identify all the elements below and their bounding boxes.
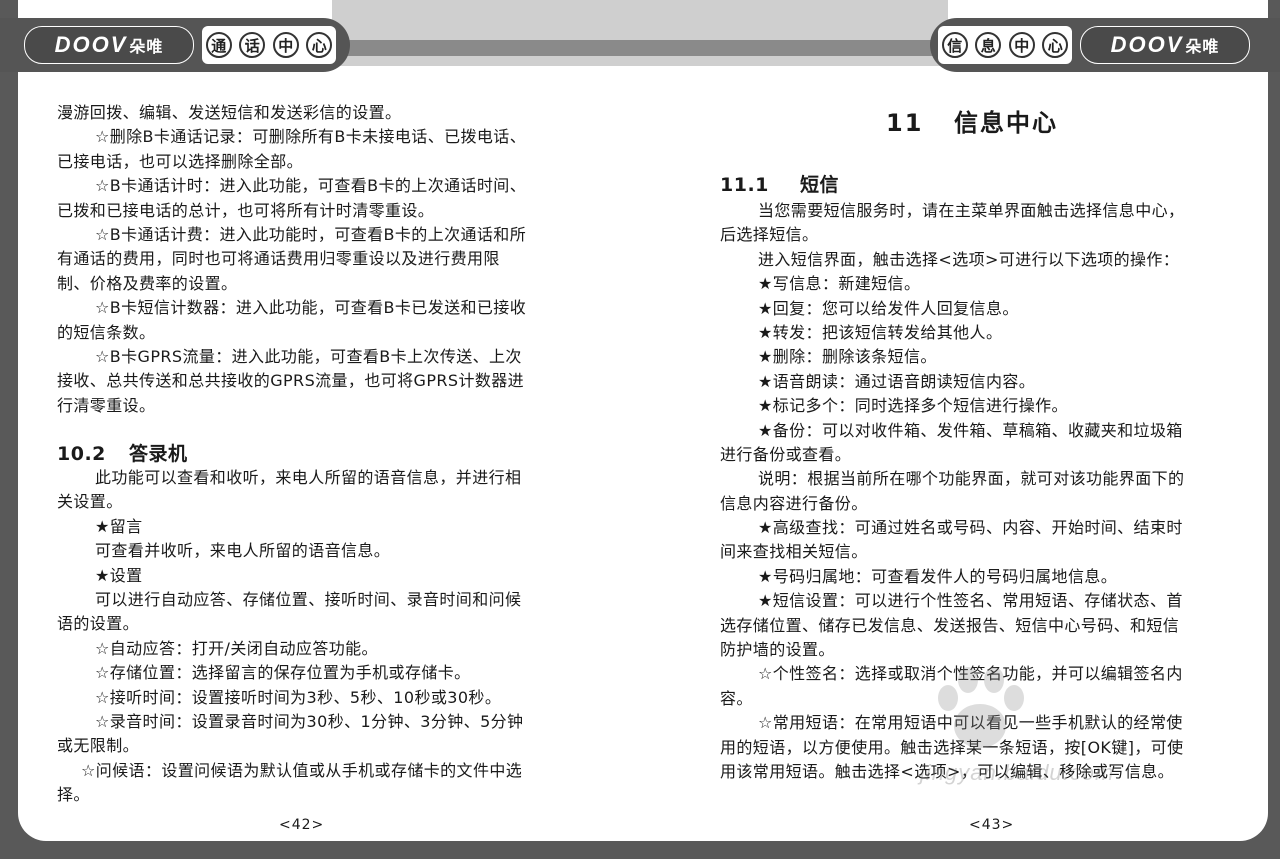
top-band-left bbox=[332, 0, 640, 66]
top-band-line-right bbox=[640, 40, 948, 56]
text-line: 可以进行自动应答、存储位置、接听时间、录音时间和问候 bbox=[95, 589, 522, 609]
text-line: ★高级查找：可通过姓名或号码、内容、开始时间、结束时 bbox=[758, 518, 1183, 538]
chapter-number: 11 bbox=[886, 109, 924, 137]
top-band-line-left bbox=[332, 40, 640, 56]
text-line: 选存储位置、储存已发信息、发送报告、短信中心号码、和短信 bbox=[720, 615, 1180, 635]
header-char: 通 bbox=[205, 32, 232, 58]
text-line: 有通话的费用，同时也可将通话费用归零重设以及进行费用限 bbox=[57, 249, 500, 269]
text-line: 进入短信界面，触击选择<选项>可进行以下选项的操作： bbox=[758, 249, 1180, 269]
text-line: 制、价格及费率的设置。 bbox=[57, 273, 238, 293]
text-line: 说明：根据当前所在哪个功能界面，就可对该功能界面下的 bbox=[758, 469, 1185, 489]
brand-logo: DOOV 朵唯 bbox=[24, 26, 194, 64]
text-line: ☆接听时间：设置接听时间为3秒、5秒、10秒或30秒。 bbox=[95, 687, 502, 707]
watermark: jingyan.baidu.com bbox=[920, 660, 1190, 800]
text-line: 行清零重设。 bbox=[57, 395, 156, 415]
paw-watermark-icon bbox=[938, 667, 1024, 748]
header-char: 中 bbox=[1008, 32, 1035, 58]
chapter-title: 信息中心 bbox=[954, 109, 1058, 137]
text-line: 后选择短信。 bbox=[720, 225, 819, 245]
section-title: 答录机 bbox=[129, 443, 188, 465]
header-char: 心 bbox=[306, 32, 333, 58]
right-section-label: 信 息 中 心 bbox=[938, 26, 1072, 64]
text-line: ★标记多个：同时选择多个短信进行操作。 bbox=[758, 396, 1068, 416]
left-section-text: 此功能可以查看和收听，来电人所留的语音信息，并进行相关设置。 ★留言可查看并收听，… bbox=[57, 466, 523, 807]
text-line: ★留言 bbox=[95, 516, 143, 536]
text-line: 当您需要短信服务时，请在主菜单界面触击选择信息中心， bbox=[758, 201, 1185, 220]
brand-logo-mark: DOOV bbox=[54, 32, 128, 57]
section-heading-11-1: 11.1 短信 bbox=[720, 170, 839, 197]
text-line: ★设置 bbox=[95, 565, 143, 585]
text-line: 语的设置。 bbox=[57, 614, 140, 634]
text-line: ★转发：把该短信转发给其他人。 bbox=[758, 322, 1003, 342]
text-line: ☆问候语：设置问候语为默认值或从手机或存储卡的文件中选 bbox=[81, 760, 523, 780]
chapter-heading: 11 信息中心 bbox=[886, 103, 1058, 138]
header-char: 话 bbox=[239, 32, 266, 58]
right-header: 信 息 中 心 DOOV 朵唯 bbox=[930, 18, 1280, 72]
text-line: ☆删除B卡通话记录：可删除所有B卡未接电话、已拨电话、 bbox=[95, 127, 527, 147]
text-line: 信息内容进行备份。 bbox=[720, 493, 868, 513]
section-number: 10.2 bbox=[57, 443, 106, 465]
left-intro-text: 漫游回拨、编辑、发送短信和发送彩信的设置。 ☆删除B卡通话记录：可删除所有B卡未接… bbox=[57, 101, 526, 418]
left-section-label: 通 话 中 心 bbox=[202, 26, 336, 64]
text-line: ★写信息：新建短信。 bbox=[758, 274, 921, 294]
section-title: 短信 bbox=[800, 174, 840, 196]
text-line: ★备份：可以对收件箱、发件箱、草稿箱、收藏夹和垃圾箱 bbox=[758, 420, 1183, 440]
header-char: 息 bbox=[975, 32, 1002, 58]
text-line: ★回复：您可以给发件人回复信息。 bbox=[758, 298, 1019, 318]
section-heading-10-2: 10.2 答录机 bbox=[57, 439, 188, 466]
text-line: ☆B卡通话计费：进入此功能时，可查看B卡的上次通话和所 bbox=[95, 224, 527, 244]
brand-logo: DOOV 朵唯 bbox=[1080, 26, 1250, 64]
text-line: ☆存储位置：选择留言的保存位置为手机或存储卡。 bbox=[95, 663, 471, 683]
section-number: 11.1 bbox=[720, 174, 769, 196]
top-band-right bbox=[640, 0, 948, 66]
watermark-text: jingyan.baidu.com bbox=[920, 760, 1115, 785]
header-char: 信 bbox=[941, 32, 968, 58]
text-line: 关设置。 bbox=[57, 492, 123, 512]
text-line: 可查看并收听，来电人所留的语音信息。 bbox=[95, 541, 391, 561]
left-header: DOOV 朵唯 通 话 中 心 bbox=[0, 18, 350, 72]
text-line: 进行备份或查看。 bbox=[720, 444, 852, 464]
text-line: 此功能可以查看和收听，来电人所留的语音信息，并进行相 bbox=[95, 468, 522, 487]
text-line: ☆B卡通话计时：进入此功能，可查看B卡的上次通话时间、 bbox=[95, 176, 527, 196]
text-line: 已拨和已接电话的总计，也可将所有计时清零重设。 bbox=[57, 200, 435, 220]
text-line: ☆自动应答：打开/关闭自动应答功能。 bbox=[95, 638, 378, 658]
text-line: ★删除：删除该条短信。 bbox=[758, 347, 937, 367]
text-line: 接收、总共传送和总共接收的GPRS流量，也可将GPRS计数器进 bbox=[57, 371, 525, 391]
page-number-right: <43> bbox=[969, 817, 1015, 833]
text-line: 防护墙的设置。 bbox=[720, 640, 835, 660]
text-line: 择。 bbox=[57, 785, 90, 805]
text-line: ☆B卡GPRS流量：进入此功能，可查看B卡上次传送、上次 bbox=[95, 346, 522, 366]
page-number-left: <42> bbox=[279, 817, 325, 833]
brand-logo-cn: 朵唯 bbox=[1185, 37, 1220, 56]
text-line: 的短信条数。 bbox=[57, 322, 156, 342]
text-line: 漫游回拨、编辑、发送短信和发送彩信的设置。 bbox=[57, 103, 402, 122]
brand-logo-cn: 朵唯 bbox=[129, 37, 164, 56]
header-char: 中 bbox=[272, 32, 299, 58]
brand-logo-mark: DOOV bbox=[1110, 32, 1184, 57]
text-line: 或无限制。 bbox=[57, 736, 140, 756]
text-line: 已接电话，也可以选择删除全部。 bbox=[57, 151, 304, 171]
text-line: ☆录音时间：设置录音时间为30秒、1分钟、3分钟、5分钟 bbox=[95, 711, 524, 731]
text-line: 间来查找相关短信。 bbox=[720, 542, 868, 562]
text-line: ★语音朗读：通过语音朗读短信内容。 bbox=[758, 371, 1036, 391]
text-line: ☆B卡短信计数器：进入此功能，可查看B卡已发送和已接收 bbox=[95, 298, 527, 318]
header-char: 心 bbox=[1042, 32, 1069, 58]
text-line: ★号码归属地：可查看发件人的号码归属地信息。 bbox=[758, 566, 1118, 586]
text-line: ★短信设置：可以进行个性签名、常用短语、存储状态、首 bbox=[758, 591, 1183, 611]
